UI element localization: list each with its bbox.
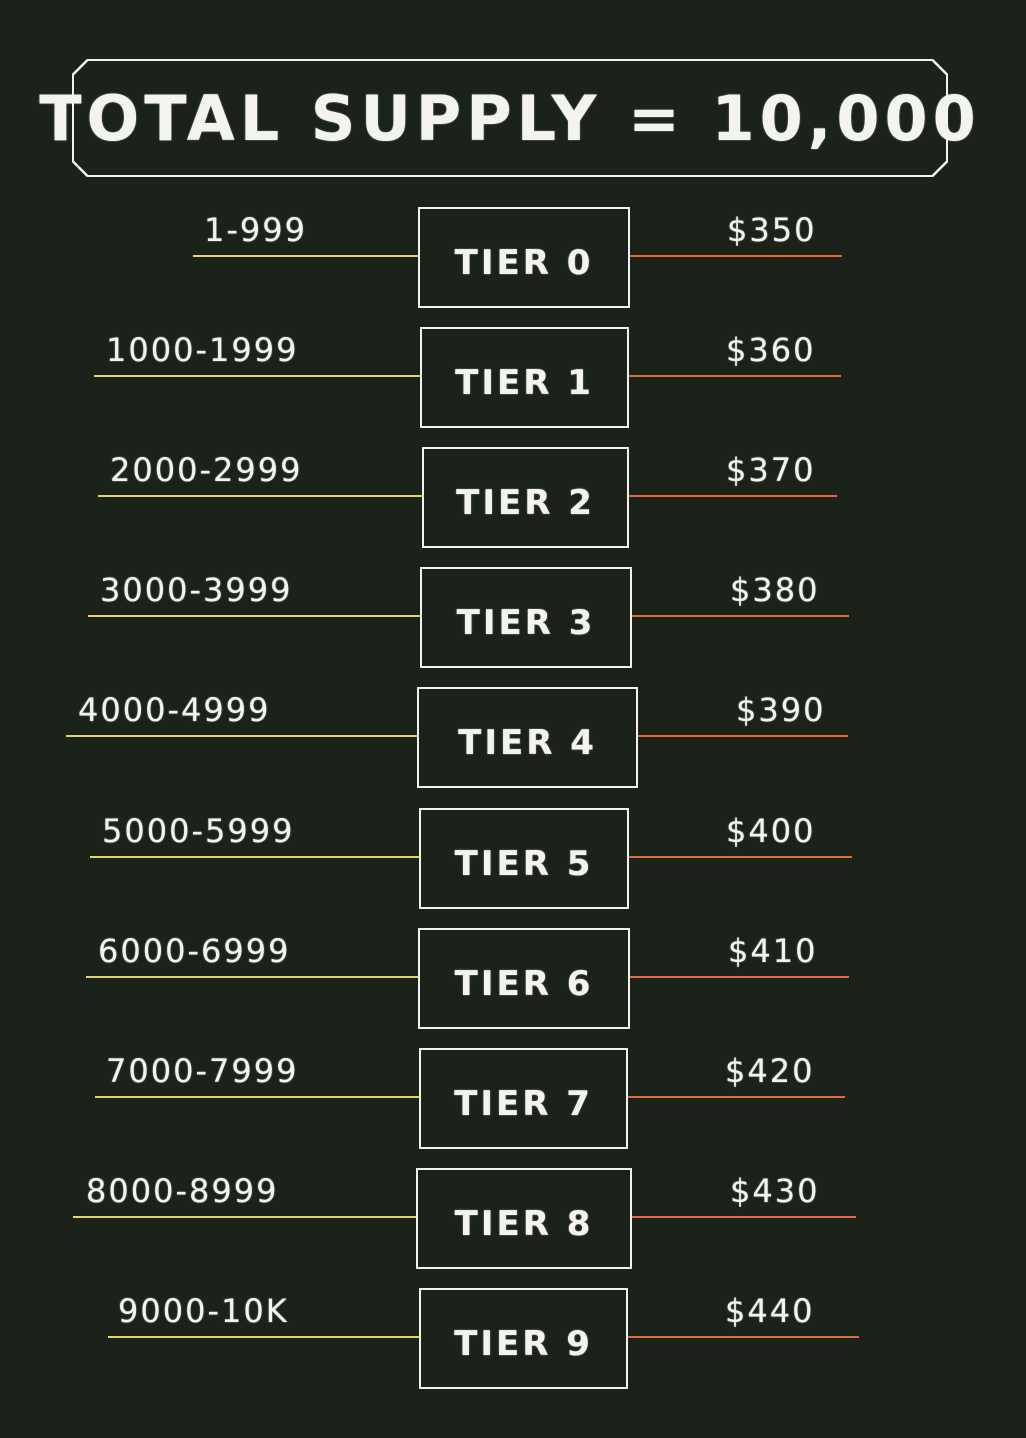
tier-box: TIER 8 bbox=[416, 1168, 632, 1269]
tier-range: 2000-2999 bbox=[110, 451, 303, 489]
price-underline bbox=[629, 375, 841, 377]
tier-price: $440 bbox=[725, 1292, 815, 1330]
tier-label: TIER 9 bbox=[454, 1324, 593, 1364]
tier-box: TIER 1 bbox=[420, 327, 629, 428]
range-underline bbox=[66, 735, 417, 737]
tier-range: 4000-4999 bbox=[78, 691, 271, 729]
tier-range: 9000-10K bbox=[118, 1292, 289, 1330]
tier-range: 1-999 bbox=[204, 211, 307, 249]
tier-row-8: 8000-8999 TIER 8 $430 bbox=[0, 1168, 1026, 1272]
price-underline bbox=[628, 1096, 845, 1098]
tier-box: TIER 0 bbox=[418, 207, 630, 308]
tier-price: $360 bbox=[726, 331, 816, 369]
tier-box: TIER 9 bbox=[419, 1288, 628, 1389]
range-underline bbox=[90, 856, 419, 858]
price-underline bbox=[630, 976, 849, 978]
tier-box: TIER 5 bbox=[419, 808, 629, 909]
tier-range: 8000-8999 bbox=[86, 1172, 279, 1210]
tier-price: $390 bbox=[736, 691, 826, 729]
tier-box: TIER 6 bbox=[418, 928, 630, 1029]
tier-box: TIER 4 bbox=[417, 687, 638, 788]
price-underline bbox=[638, 735, 848, 737]
tier-label: TIER 1 bbox=[455, 363, 594, 403]
tier-label: TIER 6 bbox=[454, 964, 594, 1004]
tier-range: 1000-1999 bbox=[106, 331, 299, 369]
tier-row-0: 1-999 TIER 0 $350 bbox=[0, 207, 1026, 311]
tier-row-5: 5000-5999 TIER 5 $400 bbox=[0, 808, 1026, 912]
price-underline bbox=[632, 1216, 856, 1218]
tier-label: TIER 7 bbox=[454, 1084, 593, 1124]
price-underline bbox=[632, 615, 849, 617]
price-underline bbox=[628, 1336, 859, 1338]
tier-box: TIER 3 bbox=[420, 567, 632, 668]
tier-range: 3000-3999 bbox=[100, 571, 293, 609]
tier-price: $370 bbox=[726, 451, 816, 489]
range-underline bbox=[86, 976, 418, 978]
tier-row-9: 9000-10K TIER 9 $440 bbox=[0, 1288, 1026, 1392]
tier-range: 5000-5999 bbox=[102, 812, 295, 850]
range-underline bbox=[73, 1216, 416, 1218]
price-underline bbox=[629, 495, 837, 497]
range-underline bbox=[95, 1096, 419, 1098]
range-underline bbox=[98, 495, 422, 497]
tier-label: TIER 5 bbox=[454, 844, 594, 884]
tier-list: 1-999 TIER 0 $350 1000-1999 TIER 1 $360 … bbox=[0, 0, 1026, 1438]
tier-label: TIER 4 bbox=[458, 723, 597, 763]
tier-label: TIER 3 bbox=[456, 603, 596, 643]
tier-row-1: 1000-1999 TIER 1 $360 bbox=[0, 327, 1026, 431]
price-underline bbox=[630, 255, 842, 257]
tier-price: $400 bbox=[726, 812, 816, 850]
range-underline bbox=[108, 1336, 419, 1338]
tier-row-4: 4000-4999 TIER 4 $390 bbox=[0, 687, 1026, 791]
tier-price: $350 bbox=[727, 211, 817, 249]
tier-row-7: 7000-7999 TIER 7 $420 bbox=[0, 1048, 1026, 1152]
tier-label: TIER 2 bbox=[456, 483, 595, 523]
tier-price: $410 bbox=[728, 932, 818, 970]
price-underline bbox=[629, 856, 852, 858]
tier-label: TIER 8 bbox=[454, 1204, 594, 1244]
range-underline bbox=[193, 255, 418, 257]
range-underline bbox=[88, 615, 420, 617]
tier-price: $430 bbox=[730, 1172, 820, 1210]
tier-row-6: 6000-6999 TIER 6 $410 bbox=[0, 928, 1026, 1032]
range-underline bbox=[94, 375, 420, 377]
tier-row-2: 2000-2999 TIER 2 $370 bbox=[0, 447, 1026, 551]
tier-range: 7000-7999 bbox=[106, 1052, 299, 1090]
tier-label: TIER 0 bbox=[454, 243, 594, 283]
tier-price: $380 bbox=[730, 571, 820, 609]
tier-row-3: 3000-3999 TIER 3 $380 bbox=[0, 567, 1026, 671]
tier-price: $420 bbox=[725, 1052, 815, 1090]
tier-range: 6000-6999 bbox=[98, 932, 291, 970]
tier-box: TIER 2 bbox=[422, 447, 629, 548]
tier-box: TIER 7 bbox=[419, 1048, 628, 1149]
